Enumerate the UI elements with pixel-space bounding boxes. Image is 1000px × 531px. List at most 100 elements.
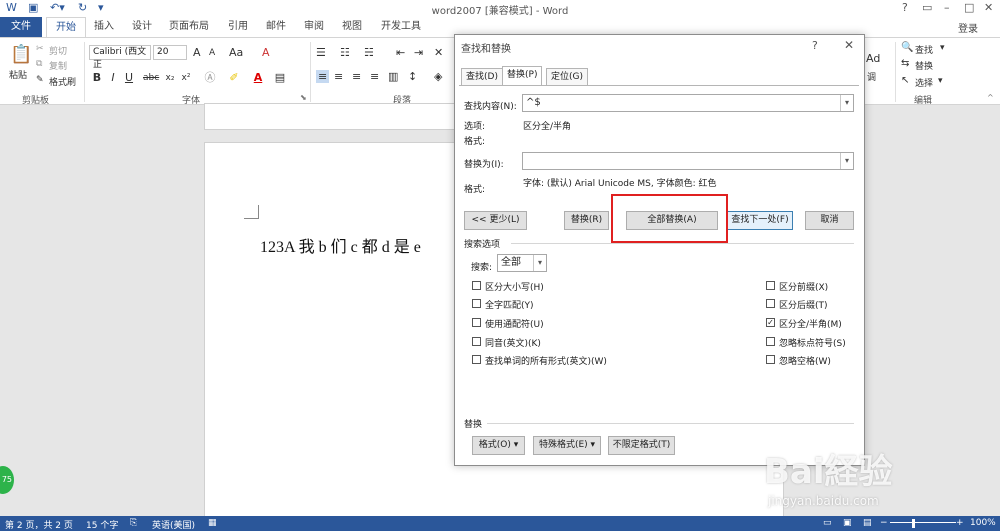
search-direction-dropdown-icon[interactable]: ▾ [533,255,546,271]
cancel-button[interactable]: 取消 [805,211,854,230]
match-width-label[interactable]: 区分全/半角(M) [779,317,842,330]
align-right-icon[interactable]: ≡ [352,70,361,83]
sounds-like-label[interactable]: 同音(英文)(K) [485,336,541,349]
text-effects-icon[interactable]: Ⓐ [202,70,218,86]
bold-button[interactable]: B [89,70,105,86]
match-case-checkbox[interactable] [472,281,481,290]
change-case-button[interactable]: Aa [229,46,243,59]
match-prefix-label[interactable]: 区分前缀(X) [779,280,828,293]
ribbon-display-icon[interactable]: ▭ [922,1,932,14]
whole-word-label[interactable]: 全字匹配(Y) [485,298,534,311]
match-suffix-checkbox[interactable] [766,299,775,308]
subscript-button[interactable]: x₂ [162,70,178,86]
match-suffix-label[interactable]: 区分后缀(T) [779,298,828,311]
tab-replace[interactable]: 替换(P) [502,66,543,86]
char-shading-icon[interactable]: ▤ [272,70,288,86]
justify-icon[interactable]: ≡ [370,70,379,83]
tab-references[interactable]: 引用 [222,17,254,37]
page-count[interactable]: 第 2 页，共 2 页 [5,518,73,531]
underline-button[interactable]: U [121,70,137,86]
replace-button[interactable]: 替换 [915,59,933,72]
find-what-input[interactable]: ^$ ▾ [522,94,854,112]
copy-button[interactable]: 复制 [49,59,67,72]
zoom-slider-thumb[interactable] [912,519,915,528]
find-next-button[interactable]: 查找下一处(F) [727,211,793,230]
numbering-icon[interactable]: ☷ [340,46,350,59]
all-word-forms-checkbox[interactable] [472,355,481,364]
tab-mailings[interactable]: 邮件 [260,17,292,37]
proofing-icon[interactable]: ⎘ [130,518,137,528]
ignore-punct-checkbox[interactable] [766,337,775,346]
highlight-color-icon[interactable]: ✐ [226,70,242,86]
dialog-help-icon[interactable]: ? [812,39,818,52]
decrease-indent-icon[interactable]: ⇤ [396,46,405,59]
less-button[interactable]: << 更少(L) [464,211,527,230]
cut-button[interactable]: 剪切 [49,44,67,57]
collapse-ribbon-icon[interactable]: ^ [987,93,994,102]
bullets-icon[interactable]: ☰ [316,46,326,59]
replace-one-button[interactable]: 替换(R) [564,211,609,230]
maximize-icon[interactable]: □ [964,1,974,14]
match-case-label[interactable]: 区分大小写(H) [485,280,544,293]
font-dialog-launcher-icon[interactable]: ⬊ [300,93,307,102]
zoom-slider-track[interactable] [890,522,956,523]
tab-home[interactable]: 开始 [46,17,86,38]
search-direction-select[interactable]: 全部 ▾ [497,254,547,272]
font-size-combo[interactable]: 20 [153,45,187,60]
multilevel-list-icon[interactable]: ☵ [364,46,374,59]
match-width-checkbox[interactable]: ✓ [766,318,775,327]
font-name-combo[interactable]: Calibri (西文正 [89,45,151,70]
sounds-like-checkbox[interactable] [472,337,481,346]
line-spacing-icon[interactable]: ↕ [408,70,417,83]
find-what-dropdown-icon[interactable]: ▾ [840,95,853,111]
styles-adjust[interactable]: 调 [867,70,876,83]
all-word-forms-label[interactable]: 查找单词的所有形式(英文)(W) [485,354,607,367]
wildcards-checkbox[interactable] [472,318,481,327]
grow-font-button[interactable]: A [193,46,201,59]
tab-review[interactable]: 审阅 [298,17,330,37]
read-mode-icon[interactable]: ▭ [823,518,832,528]
tab-view[interactable]: 视图 [336,17,368,37]
replace-all-button[interactable]: 全部替换(A) [626,211,718,230]
paste-button[interactable]: 粘贴 [9,68,27,81]
replace-with-input[interactable]: ▾ [522,152,854,170]
align-center-icon[interactable]: ≡ [334,70,343,83]
minimize-icon[interactable]: – [944,1,950,14]
no-formatting-button[interactable]: 不限定格式(T) [608,436,675,455]
distributed-icon[interactable]: ▥ [388,70,398,83]
tab-goto[interactable]: 定位(G) [546,68,588,85]
login-link[interactable]: 登录 [958,20,978,35]
help-icon[interactable]: ? [902,1,908,14]
tab-find[interactable]: 查找(D) [461,68,503,85]
tab-file[interactable]: 文件 [0,17,42,37]
word-count[interactable]: 15 个字 [86,518,118,531]
tab-insert[interactable]: 插入 [88,17,120,37]
superscript-button[interactable]: x² [178,70,194,86]
zoom-level[interactable]: 100% [970,518,996,528]
replace-with-dropdown-icon[interactable]: ▾ [840,153,853,169]
strikethrough-button[interactable]: abc [143,70,159,86]
styles-sample[interactable]: Ad [866,52,880,65]
macro-record-icon[interactable]: ▦ [208,518,217,528]
paste-icon[interactable]: 📋 [10,44,32,65]
tab-developer[interactable]: 开发工具 [376,17,426,37]
language-status[interactable]: 英语(美国) [152,518,195,531]
wildcards-label[interactable]: 使用通配符(U) [485,317,544,330]
clear-format-button[interactable]: A [262,46,270,59]
select-button[interactable]: 选择 [915,76,933,89]
format-painter-button[interactable]: 格式刷 [49,75,76,88]
find-dropdown-icon[interactable]: ▾ [940,43,945,53]
document-text[interactable]: 123A 我 b 们 c 都 d 是 e [260,233,421,257]
ignore-space-label[interactable]: 忽略空格(W) [779,354,831,367]
find-button[interactable]: 查找 [915,43,933,56]
tab-page-layout[interactable]: 页面布局 [164,17,214,37]
chinese-layout-icon[interactable]: ✕ [434,46,443,59]
shading-icon[interactable]: ◈ [434,70,442,83]
close-window-icon[interactable]: ✕ [984,1,993,14]
web-layout-icon[interactable]: ▤ [863,518,872,528]
ignore-punct-label[interactable]: 忽略标点符号(S) [779,336,846,349]
select-dropdown-icon[interactable]: ▾ [938,76,943,86]
italic-button[interactable]: I [105,70,121,86]
tab-design[interactable]: 设计 [126,17,158,37]
print-layout-icon[interactable]: ▣ [843,518,852,528]
